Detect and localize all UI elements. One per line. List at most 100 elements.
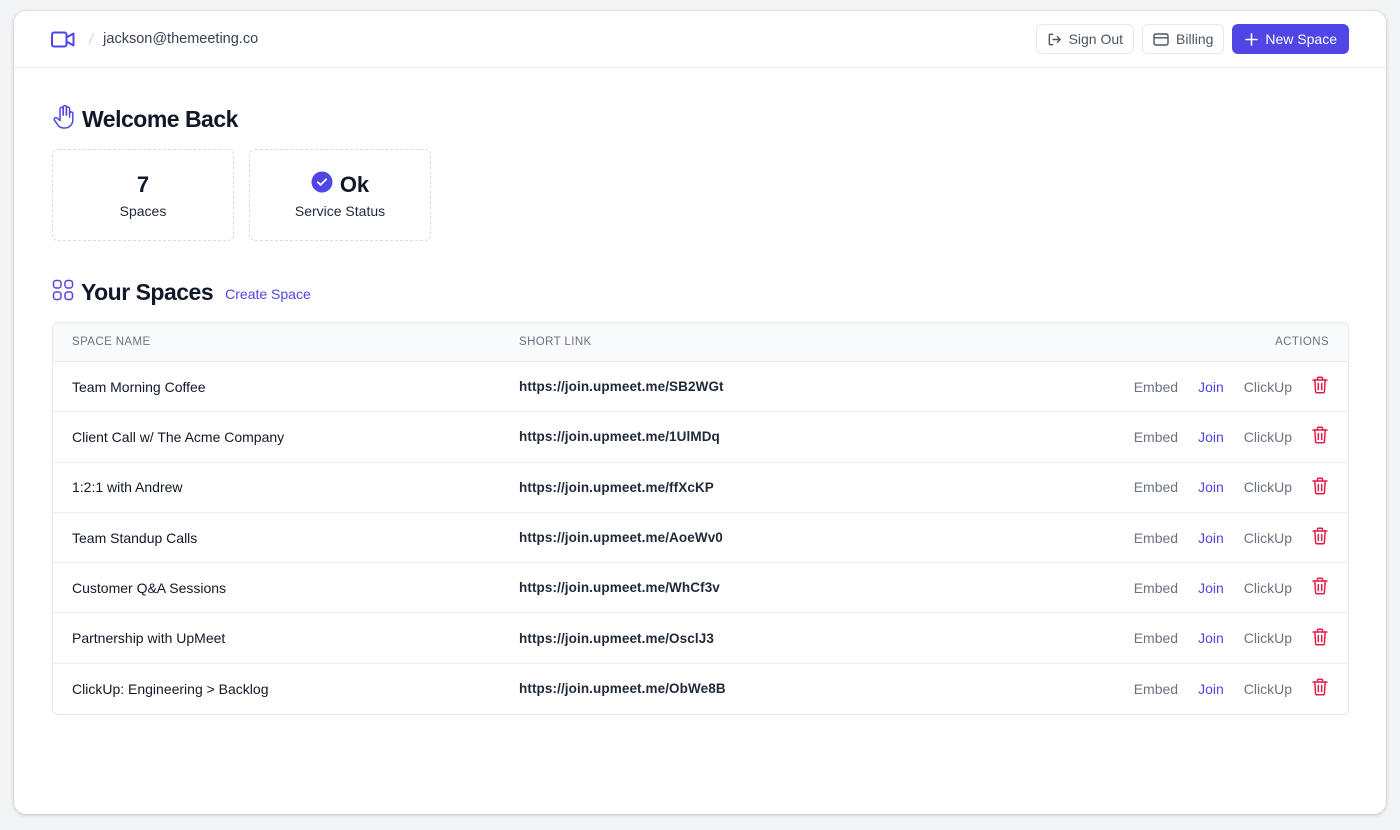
video-camera-icon[interactable] <box>51 30 75 48</box>
table-header: SPACE NAME SHORT LINK ACTIONS <box>53 323 1348 362</box>
delete-button[interactable] <box>1312 577 1328 598</box>
app-window: / jackson@themeeting.co Sign Out Billing… <box>14 11 1386 814</box>
space-name: ClickUp: Engineering > Backlog <box>72 680 269 697</box>
grid-icon <box>52 279 74 306</box>
trash-icon <box>1312 426 1328 447</box>
space-name: Client Call w/ The Acme Company <box>72 428 285 445</box>
join-button[interactable]: Join <box>1198 580 1224 596</box>
welcome-title: Welcome Back <box>82 105 238 132</box>
embed-button[interactable]: Embed <box>1134 580 1178 596</box>
embed-button[interactable]: Embed <box>1134 429 1178 445</box>
logout-icon <box>1047 32 1062 47</box>
new-space-button[interactable]: New Space <box>1232 24 1349 54</box>
check-circle-icon <box>311 171 333 199</box>
trash-icon <box>1312 678 1328 699</box>
billing-button[interactable]: Billing <box>1142 24 1225 54</box>
service-status-value: Ok <box>311 171 369 199</box>
account-email: jackson@themeeting.co <box>103 31 259 47</box>
column-header-space-name: SPACE NAME <box>72 336 151 348</box>
clickup-button[interactable]: ClickUp <box>1244 479 1292 495</box>
join-button[interactable]: Join <box>1198 530 1224 546</box>
table-row: Team Standup Calls https://join.upmeet.m… <box>53 513 1348 564</box>
trash-icon <box>1312 527 1328 548</box>
table-row: ClickUp: Engineering > Backlog https://j… <box>53 664 1348 714</box>
embed-button[interactable]: Embed <box>1134 530 1178 546</box>
column-header-short-link: SHORT LINK <box>519 336 592 348</box>
column-header-actions: ACTIONS <box>1275 336 1329 348</box>
trash-icon <box>1312 628 1328 649</box>
clickup-button[interactable]: ClickUp <box>1244 580 1292 596</box>
spaces-table: SPACE NAME SHORT LINK ACTIONS Team Morni… <box>52 322 1349 716</box>
short-link[interactable]: https://join.upmeet.me/OsclJ3 <box>519 631 1108 646</box>
table-row: 1:2:1 with Andrew https://join.upmeet.me… <box>53 463 1348 513</box>
row-actions: Embed Join ClickUp <box>1108 628 1348 649</box>
clickup-button[interactable]: ClickUp <box>1244 379 1292 395</box>
delete-button[interactable] <box>1312 376 1328 397</box>
join-button[interactable]: Join <box>1198 630 1224 646</box>
space-name: 1:2:1 with Andrew <box>72 479 183 496</box>
short-link[interactable]: https://join.upmeet.me/SB2WGt <box>519 379 1108 394</box>
join-button[interactable]: Join <box>1198 681 1224 697</box>
spaces-count-card: 7 Spaces <box>52 149 234 241</box>
embed-button[interactable]: Embed <box>1134 379 1178 395</box>
trash-icon <box>1312 376 1328 397</box>
sign-out-label: Sign Out <box>1068 31 1124 47</box>
embed-button[interactable]: Embed <box>1134 479 1178 495</box>
spaces-count-label: Spaces <box>119 203 167 219</box>
delete-button[interactable] <box>1312 426 1328 447</box>
table-row: Partnership with UpMeet https://join.upm… <box>53 613 1348 664</box>
header-actions: Sign Out Billing New Space <box>1035 24 1349 54</box>
table-body: Team Morning Coffee https://join.upmeet.… <box>53 362 1348 714</box>
spaces-heading: Your Spaces Create Space <box>52 278 1349 306</box>
new-space-label: New Space <box>1265 31 1337 47</box>
sign-out-button[interactable]: Sign Out <box>1035 24 1135 54</box>
clickup-button[interactable]: ClickUp <box>1244 630 1292 646</box>
hand-wave-icon <box>52 104 76 135</box>
clickup-button[interactable]: ClickUp <box>1244 530 1292 546</box>
join-button[interactable]: Join <box>1198 429 1224 445</box>
row-actions: Embed Join ClickUp <box>1108 577 1348 598</box>
row-actions: Embed Join ClickUp <box>1108 527 1348 548</box>
create-space-link[interactable]: Create Space <box>225 286 311 302</box>
space-name: Team Standup Calls <box>72 529 198 546</box>
short-link[interactable]: https://join.upmeet.me/ObWe8B <box>519 681 1108 696</box>
short-link[interactable]: https://join.upmeet.me/ffXcKP <box>519 480 1108 495</box>
row-actions: Embed Join ClickUp <box>1108 477 1348 498</box>
credit-card-icon <box>1153 32 1169 46</box>
service-status-text: Ok <box>339 172 370 197</box>
table-row: Customer Q&A Sessions https://join.upmee… <box>53 563 1348 614</box>
delete-button[interactable] <box>1312 628 1328 649</box>
short-link[interactable]: https://join.upmeet.me/WhCf3v <box>519 580 1108 595</box>
clickup-button[interactable]: ClickUp <box>1244 681 1292 697</box>
delete-button[interactable] <box>1312 477 1328 498</box>
embed-button[interactable]: Embed <box>1134 630 1178 646</box>
row-actions: Embed Join ClickUp <box>1108 376 1348 397</box>
stats-row: 7 Spaces Ok Service Status <box>52 149 1349 241</box>
join-button[interactable]: Join <box>1198 379 1224 395</box>
table-row: Client Call w/ The Acme Company https://… <box>53 412 1348 463</box>
embed-button[interactable]: Embed <box>1134 681 1178 697</box>
delete-button[interactable] <box>1312 678 1328 699</box>
space-name: Partnership with UpMeet <box>72 630 226 647</box>
welcome-heading: Welcome Back <box>52 104 1349 135</box>
table-row: Team Morning Coffee https://join.upmeet.… <box>53 362 1348 413</box>
breadcrumb-separator: / <box>87 30 95 48</box>
short-link[interactable]: https://join.upmeet.me/AoeWv0 <box>519 530 1108 545</box>
clickup-button[interactable]: ClickUp <box>1244 429 1292 445</box>
spaces-count: 7 <box>136 172 150 197</box>
plus-icon <box>1245 32 1259 46</box>
trash-icon <box>1312 477 1328 498</box>
short-link[interactable]: https://join.upmeet.me/1UlMDq <box>519 429 1108 444</box>
delete-button[interactable] <box>1312 527 1328 548</box>
spaces-title: Your Spaces <box>81 278 214 305</box>
row-actions: Embed Join ClickUp <box>1108 426 1348 447</box>
service-status-label: Service Status <box>294 203 386 219</box>
trash-icon <box>1312 577 1328 598</box>
space-name: Customer Q&A Sessions <box>72 579 227 596</box>
join-button[interactable]: Join <box>1198 479 1224 495</box>
top-bar: / jackson@themeeting.co Sign Out Billing… <box>14 11 1386 68</box>
service-status-card: Ok Service Status <box>249 149 431 241</box>
main-content: Welcome Back 7 Spaces Ok Service Status … <box>14 104 1386 716</box>
billing-label: Billing <box>1176 31 1214 47</box>
row-actions: Embed Join ClickUp <box>1108 678 1348 699</box>
